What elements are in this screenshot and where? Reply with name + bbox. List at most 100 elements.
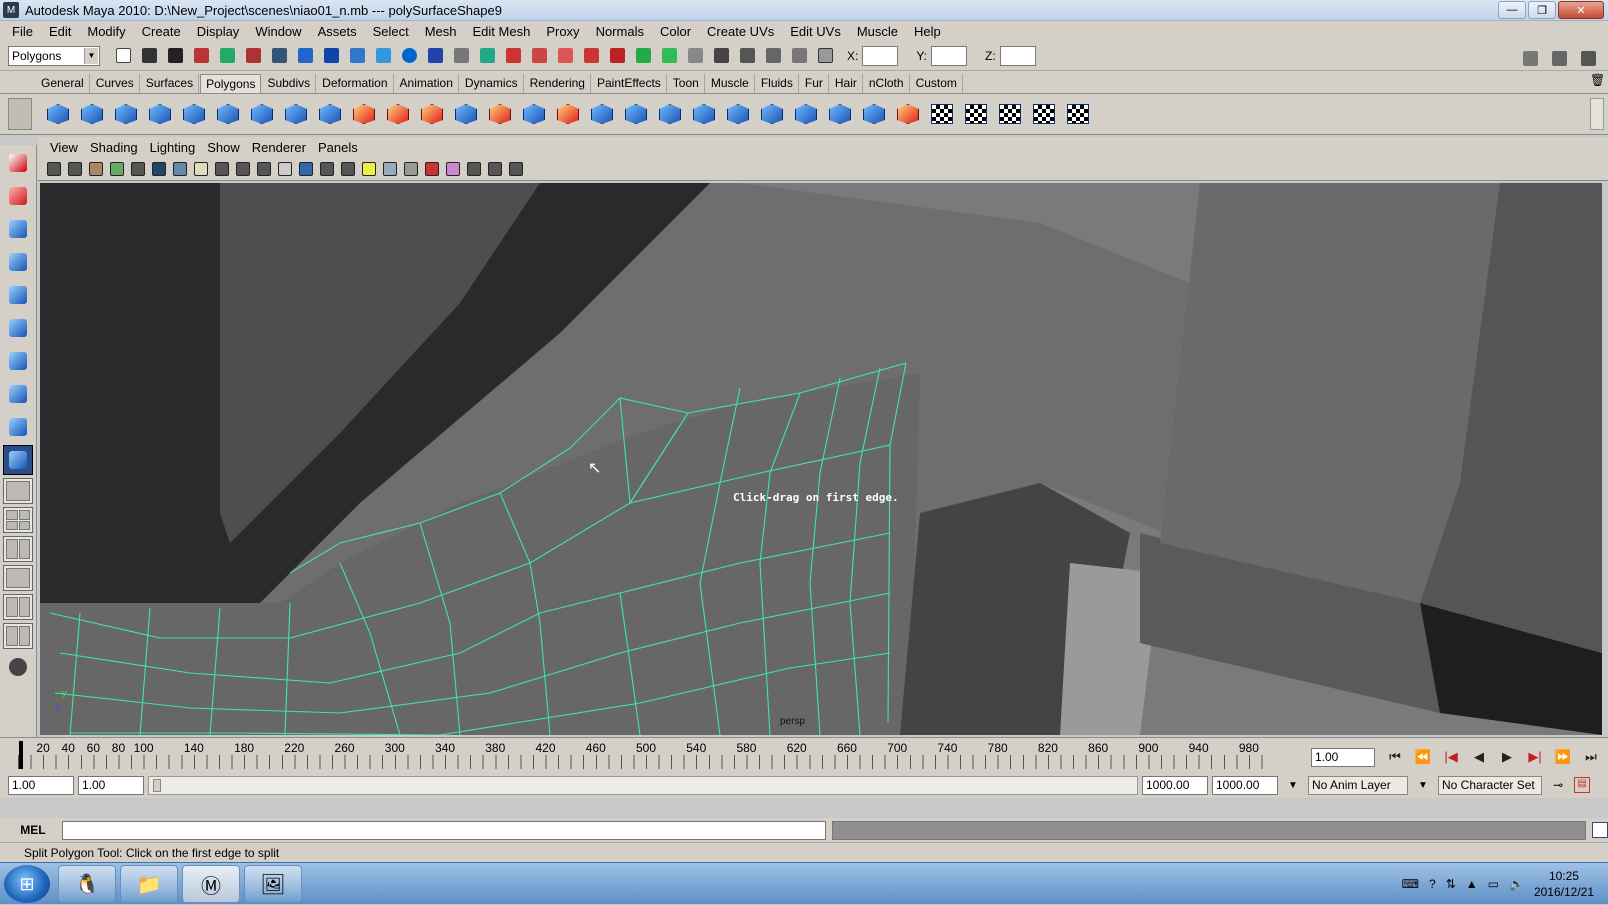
tab-painteffects[interactable]: PaintEffects [592, 74, 667, 93]
panel-menu-shading[interactable]: Shading [84, 140, 144, 155]
bridge-icon[interactable] [552, 98, 584, 130]
image-viewer-taskbar-icon[interactable]: 🖼 [244, 865, 302, 903]
construction-history-icon[interactable] [476, 44, 499, 67]
play-backwards-button[interactable]: ◀ [1468, 746, 1490, 768]
poly-cone-icon[interactable] [144, 98, 176, 130]
tab-rendering[interactable]: Rendering [525, 74, 591, 93]
separate-icon[interactable] [382, 98, 414, 130]
poly-cube-icon[interactable] [76, 98, 108, 130]
tab-fluids[interactable]: Fluids [756, 74, 799, 93]
render-view-icon[interactable] [606, 44, 629, 67]
anim-layer-dropdown[interactable]: No Anim Layer [1308, 775, 1408, 795]
minimize-button[interactable]: — [1498, 1, 1526, 19]
script-editor-layout-icon[interactable] [3, 623, 33, 649]
wireframe-on-shaded-icon[interactable] [317, 159, 336, 178]
auto-key-icon[interactable]: ⊸ [1546, 778, 1570, 792]
menu-create-uvs[interactable]: Create UVs [699, 24, 782, 39]
channel-box-icon[interactable] [710, 44, 733, 67]
trash-icon[interactable]: 🗑 [1590, 73, 1605, 89]
make-live-icon[interactable] [372, 44, 395, 67]
x-input[interactable] [862, 45, 899, 66]
input-ops-icon[interactable] [632, 44, 655, 67]
poly-soccer-icon[interactable] [314, 98, 346, 130]
tab-polygons[interactable]: Polygons [200, 74, 262, 93]
power-icon[interactable]: ▭ [1488, 877, 1499, 891]
single-pane-layout-icon[interactable] [3, 478, 33, 504]
combine-icon[interactable] [348, 98, 380, 130]
render-current-icon[interactable] [502, 44, 525, 67]
menu-normals[interactable]: Normals [588, 24, 652, 39]
menu-modify[interactable]: Modify [79, 24, 133, 39]
clock[interactable]: 10:25 2016/12/21 [1534, 868, 1594, 900]
four-pane-layout-icon[interactable] [3, 507, 33, 533]
tool-settings-toggle-icon[interactable] [1548, 47, 1571, 70]
poly-torus-icon[interactable] [212, 98, 244, 130]
high-quality-icon[interactable] [506, 159, 525, 178]
tab-deformation[interactable]: Deformation [317, 74, 394, 93]
planar-mapping-icon[interactable] [858, 98, 890, 130]
uv-editor-icon[interactable] [892, 98, 924, 130]
split-polygon-tool-icon[interactable] [3, 445, 33, 475]
tab-animation[interactable]: Animation [395, 74, 459, 93]
outliner-persp-layout-icon[interactable] [3, 536, 33, 562]
start-button[interactable]: ⊞ [4, 865, 50, 903]
menu-select[interactable]: Select [365, 24, 417, 39]
time-slider[interactable]: 20 40 60 80 100 140 180 220 260 300 340 380 420 460 50… [0, 737, 1608, 772]
hardware-texturing-icon[interactable] [485, 159, 504, 178]
script-editor-icon[interactable] [1592, 822, 1608, 838]
menu-file[interactable]: File [4, 24, 41, 39]
menu-help[interactable]: Help [906, 24, 949, 39]
qq-taskbar-icon[interactable]: 🐧 [58, 865, 116, 903]
maximize-button[interactable]: ❐ [1528, 1, 1556, 19]
menu-edit-uvs[interactable]: Edit UVs [782, 24, 849, 39]
lock-icon[interactable] [450, 44, 473, 67]
checker-map-4-icon[interactable] [1028, 98, 1060, 130]
select-hierarchy-icon[interactable] [190, 44, 213, 67]
checker-map-2-icon[interactable] [960, 98, 992, 130]
menu-edit-mesh[interactable]: Edit Mesh [465, 24, 539, 39]
graph-editor-layout-icon[interactable] [3, 565, 33, 591]
isolate-select-icon[interactable] [443, 159, 462, 178]
lasso-tool-icon[interactable] [3, 181, 33, 211]
append-polygon-icon[interactable] [586, 98, 618, 130]
film-gate-icon[interactable] [149, 159, 168, 178]
smooth-shade-icon[interactable] [296, 159, 315, 178]
maya-taskbar-icon[interactable]: Ⓜ [182, 865, 240, 903]
channel-box-toggle-icon[interactable] [1577, 47, 1600, 70]
tab-ncloth[interactable]: nCloth [864, 74, 910, 93]
tab-subdivs[interactable]: Subdivs [262, 74, 317, 93]
menu-create[interactable]: Create [134, 24, 189, 39]
menu-assets[interactable]: Assets [310, 24, 365, 39]
end-time-field[interactable]: 1000.00 [1212, 775, 1278, 795]
soft-modification-icon[interactable] [3, 379, 33, 409]
y-input[interactable] [931, 45, 968, 66]
tab-general[interactable]: General [36, 74, 90, 93]
tab-hair[interactable]: Hair [830, 74, 863, 93]
xray-icon[interactable] [401, 159, 420, 178]
snap-curve-icon[interactable] [294, 44, 317, 67]
layer-editor-icon[interactable] [762, 44, 785, 67]
split-polygon-icon[interactable] [620, 98, 652, 130]
show-manipulator-icon[interactable] [3, 412, 33, 442]
paint-select-tool-icon[interactable] [3, 214, 33, 244]
poly-plane-icon[interactable] [178, 98, 210, 130]
step-back-key-button[interactable]: ⏪ [1412, 746, 1434, 768]
sphere-icon[interactable] [398, 44, 421, 67]
step-forward-frame-button[interactable]: ▶| [1524, 746, 1546, 768]
checker-map-3-icon[interactable] [994, 98, 1026, 130]
panel-menu-lighting[interactable]: Lighting [144, 140, 202, 155]
bookmark-icon[interactable] [86, 159, 105, 178]
range-slider[interactable] [148, 775, 1138, 795]
xray-joints-icon[interactable] [422, 159, 441, 178]
menu-set-dropdown[interactable]: Polygons ▼ [8, 45, 100, 66]
step-forward-key-button[interactable]: ⏩ [1552, 746, 1574, 768]
camera-attributes-icon[interactable] [65, 159, 84, 178]
textured-icon[interactable] [338, 159, 357, 178]
panel-menu-view[interactable]: View [44, 140, 84, 155]
show-hidden-icon[interactable]: ▲ [1466, 877, 1478, 891]
panel-menu-panels[interactable]: Panels [312, 140, 364, 155]
checker-map-icon[interactable] [926, 98, 958, 130]
rotate-tool-icon[interactable] [3, 280, 33, 310]
hypershade-layout-icon[interactable] [3, 594, 33, 620]
save-scene-icon[interactable] [164, 44, 187, 67]
